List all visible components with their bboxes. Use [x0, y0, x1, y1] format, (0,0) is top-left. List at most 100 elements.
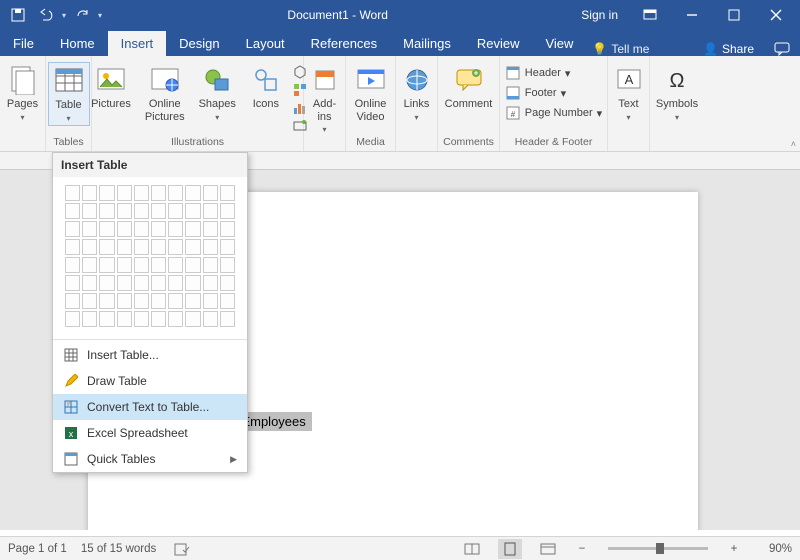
window-title: Document1 - Word	[108, 8, 567, 22]
icons-label: Icons	[253, 98, 279, 111]
zoom-in-button[interactable]: +	[726, 543, 742, 555]
comments-pane-icon[interactable]	[764, 42, 800, 56]
tab-mailings[interactable]: Mailings	[390, 31, 464, 56]
menu-draw-table[interactable]: Draw Table	[53, 368, 247, 394]
table-size-grid[interactable]	[53, 177, 247, 337]
tab-layout[interactable]: Layout	[233, 31, 298, 56]
status-words[interactable]: 15 of 15 words	[81, 543, 156, 555]
menu-insert-table[interactable]: Insert Table...	[53, 342, 247, 368]
table-grid-icon	[63, 347, 79, 363]
quick-access-toolbar: ▾ ▾	[0, 3, 108, 27]
undo-dropdown-icon[interactable]: ▾	[62, 11, 66, 20]
text-button[interactable]: A Text ▾	[609, 62, 649, 124]
status-page[interactable]: Page 1 of 1	[8, 543, 67, 555]
group-label-tables: Tables	[53, 135, 83, 151]
menu-convert-label: Convert Text to Table...	[87, 400, 209, 414]
addins-button[interactable]: Add- ins▾	[305, 62, 345, 136]
header-label: Header	[525, 67, 561, 79]
group-label-comments: Comments	[443, 135, 494, 151]
collapse-ribbon-icon[interactable]: ˄	[791, 139, 796, 149]
tab-home[interactable]: Home	[47, 31, 108, 56]
page-number-button[interactable]: #Page Number▾	[501, 104, 606, 122]
title-bar: ▾ ▾ Document1 - Word Sign in	[0, 0, 800, 30]
textbox-icon: A	[613, 64, 645, 96]
menu-excel-spreadsheet[interactable]: xExcel Spreadsheet	[53, 420, 247, 446]
shapes-icon	[201, 64, 233, 96]
tab-design[interactable]: Design	[166, 31, 232, 56]
zoom-percent[interactable]: 90%	[756, 543, 792, 555]
group-illustrations: Pictures Online Pictures Shapes▾ Icons I…	[92, 56, 304, 151]
document-area: of Employees Insert Table Insert Table..…	[0, 152, 800, 530]
minimize-icon[interactable]	[672, 0, 712, 30]
svg-text:x: x	[69, 429, 74, 439]
shapes-label: Shapes	[199, 98, 236, 111]
convert-icon	[63, 399, 79, 415]
ribbon: Pages▾ Table▾ Tables Pictures Online Pic…	[0, 56, 800, 152]
menu-quick-tables-label: Quick Tables	[87, 452, 155, 466]
print-layout-icon[interactable]	[498, 539, 522, 559]
tell-me[interactable]: 💡 Tell me	[592, 42, 649, 56]
header-icon	[505, 65, 521, 81]
pencil-icon	[63, 373, 79, 389]
tab-insert[interactable]: Insert	[108, 31, 167, 56]
titlebar-right: Sign in	[567, 0, 800, 30]
tab-references[interactable]: References	[298, 31, 390, 56]
pages-button[interactable]: Pages▾	[3, 62, 43, 124]
group-links: Links▾	[396, 56, 438, 151]
online-pictures-label: Online Pictures	[145, 98, 185, 123]
pictures-label: Pictures	[91, 98, 131, 111]
pictures-button[interactable]: Pictures	[87, 62, 135, 113]
comment-button[interactable]: Comment	[441, 62, 497, 113]
svg-text:Ω: Ω	[670, 70, 685, 92]
menu-draw-table-label: Draw Table	[87, 374, 147, 388]
group-comments: Comment Comments	[438, 56, 500, 151]
signin-link[interactable]: Sign in	[571, 8, 628, 22]
addins-label: Add- ins	[313, 98, 336, 123]
group-label-hf: Header & Footer	[515, 135, 593, 151]
menu-quick-tables[interactable]: Quick Tables ▶	[53, 446, 247, 472]
online-video-button[interactable]: Online Video	[351, 62, 391, 125]
web-layout-icon[interactable]	[536, 539, 560, 559]
tab-view[interactable]: View	[532, 31, 586, 56]
page-number-label: Page Number	[525, 107, 593, 119]
save-icon[interactable]	[6, 3, 30, 27]
dropdown-title: Insert Table	[53, 153, 247, 177]
redo-icon[interactable]	[70, 3, 94, 27]
symbol-icon: Ω	[661, 64, 693, 96]
share-label: Share	[722, 42, 754, 56]
chevron-down-icon: ▾	[626, 113, 630, 122]
footer-icon	[505, 85, 521, 101]
tab-file[interactable]: File	[0, 31, 47, 56]
zoom-slider[interactable]	[608, 547, 708, 550]
close-icon[interactable]	[756, 0, 796, 30]
comment-label: Comment	[445, 98, 493, 111]
header-button[interactable]: Header▾	[501, 64, 606, 82]
bulb-icon: 💡	[592, 42, 607, 56]
icons-button[interactable]: Icons	[246, 62, 286, 113]
footer-button[interactable]: Footer▾	[501, 84, 606, 102]
links-button[interactable]: Links▾	[397, 62, 437, 124]
share-button[interactable]: 👤Share	[693, 42, 764, 56]
video-icon	[355, 64, 387, 96]
menu-convert-text-to-table[interactable]: Convert Text to Table...	[53, 394, 247, 420]
read-mode-icon[interactable]	[460, 539, 484, 559]
chevron-down-icon: ▾	[66, 114, 70, 123]
symbols-button[interactable]: ΩSymbols▾	[652, 62, 702, 124]
tab-review[interactable]: Review	[464, 31, 533, 56]
qat-customize-icon[interactable]: ▾	[98, 11, 102, 20]
table-button[interactable]: Table▾	[48, 62, 90, 126]
undo-icon[interactable]	[34, 3, 58, 27]
page-number-icon: #	[505, 105, 521, 121]
chevron-right-icon: ▶	[230, 454, 237, 465]
tell-me-label: Tell me	[611, 42, 649, 56]
table-dropdown: Insert Table Insert Table... Draw Table …	[52, 152, 248, 473]
proofing-icon[interactable]	[170, 539, 194, 559]
maximize-icon[interactable]	[714, 0, 754, 30]
ribbon-display-icon[interactable]	[630, 0, 670, 30]
online-pictures-button[interactable]: Online Pictures	[141, 62, 189, 125]
chevron-down-icon: ▾	[414, 113, 418, 122]
zoom-out-button[interactable]: −	[574, 543, 590, 555]
text-label: Text	[618, 98, 638, 111]
chevron-down-icon: ▾	[20, 113, 24, 122]
shapes-button[interactable]: Shapes▾	[195, 62, 240, 124]
